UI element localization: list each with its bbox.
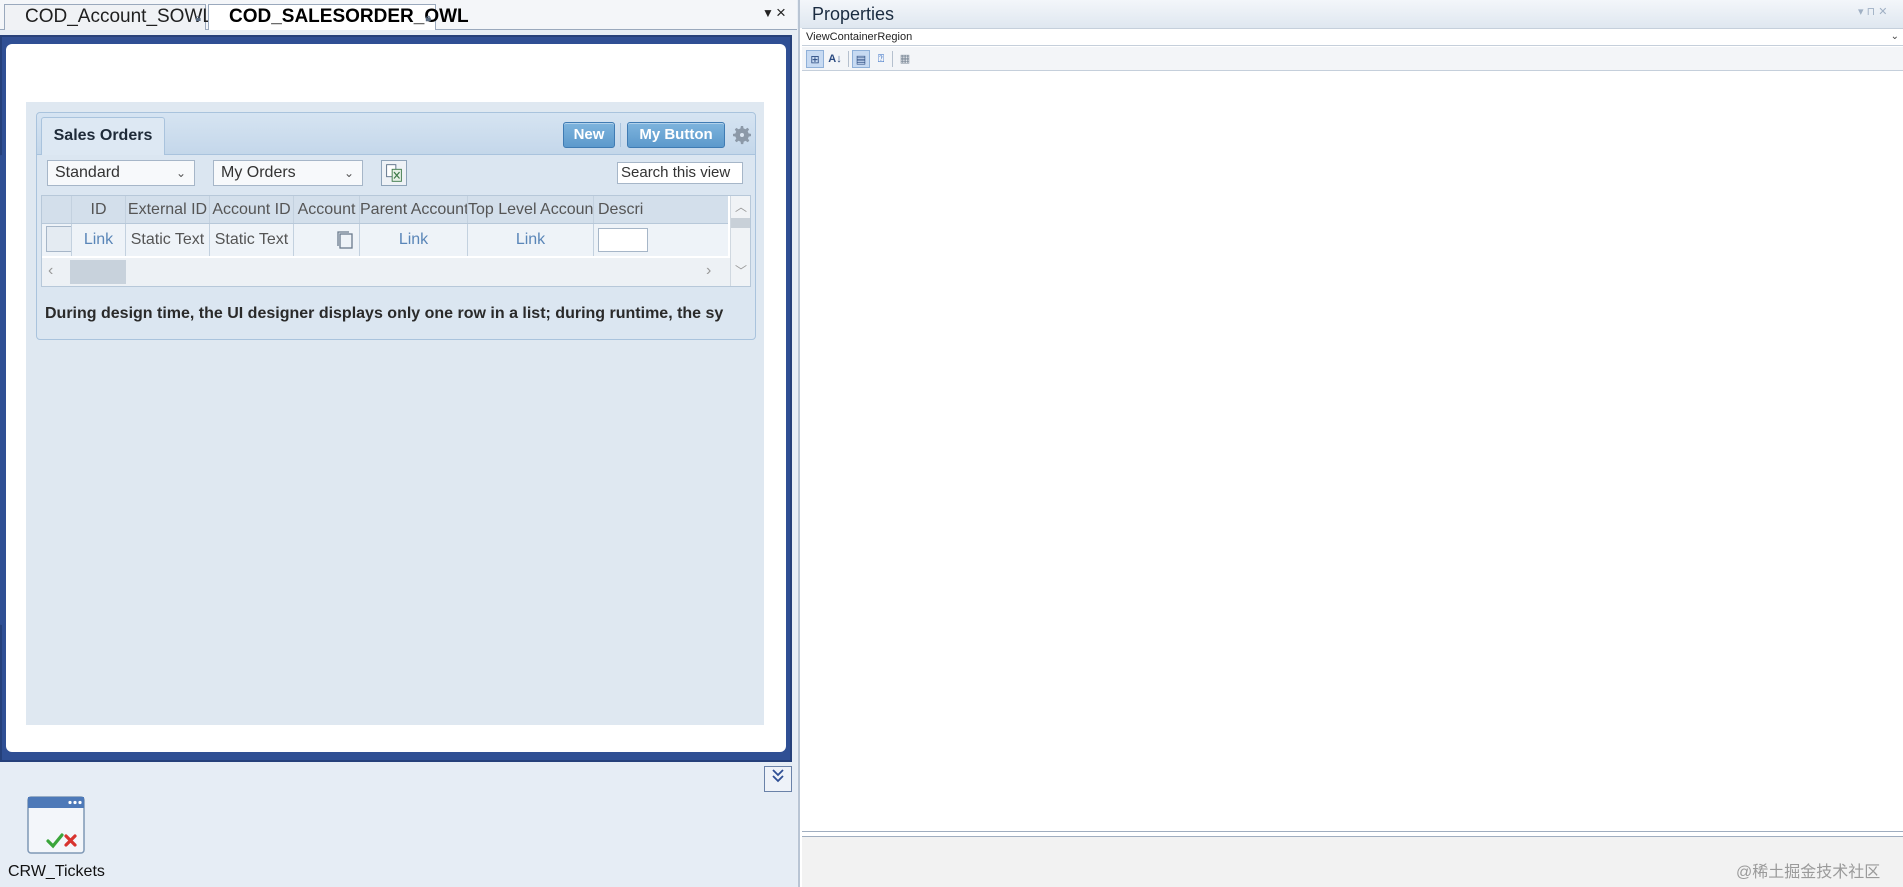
cell-external-id: Static Text bbox=[126, 224, 210, 256]
chevron-down-icon[interactable]: ﹀ bbox=[735, 262, 747, 279]
app-root: COD_Account_SOWL 🔒︎ COD_SALESORDER_OWL 🔒… bbox=[0, 0, 1903, 887]
cell-parent-account-link[interactable]: Link bbox=[360, 224, 468, 256]
tab-cod-account-sowl[interactable]: COD_Account_SOWL 🔒︎ bbox=[4, 4, 213, 30]
gear-icon[interactable] bbox=[730, 123, 754, 147]
double-chevron-down-icon[interactable] bbox=[764, 766, 792, 792]
row-selector[interactable] bbox=[46, 226, 71, 252]
categorized-view-icon[interactable]: ⊞ bbox=[806, 50, 824, 68]
header-divider bbox=[620, 123, 621, 147]
properties-toolbar: ⊞ A↓ ▤ ⍰ ▦ bbox=[802, 47, 1903, 71]
column-header-account[interactable]: Account bbox=[294, 196, 360, 223]
cell-account-id: Static Text bbox=[210, 224, 294, 256]
value-help-icon[interactable] bbox=[336, 230, 354, 250]
design-time-note: During design time, the UI designer disp… bbox=[45, 305, 724, 322]
lock-icon: 🔒︎ bbox=[195, 13, 201, 24]
properties-pane: Properties ▾ ⊓ ✕ ViewContainerRegion ⌄ ⊞… bbox=[798, 0, 1903, 887]
tab-cod-salesorder-owl[interactable]: COD_SALESORDER_OWL 🔒︎ bbox=[208, 4, 469, 30]
search-input[interactable]: Search this view bbox=[617, 162, 743, 184]
filter-dropdown[interactable]: My Orders ⌄ bbox=[213, 160, 363, 186]
property-pages-icon[interactable]: ▦ bbox=[896, 50, 914, 68]
horizontal-scrollbar[interactable]: ‹ › bbox=[42, 258, 730, 286]
horizontal-scroll-thumb[interactable] bbox=[70, 260, 126, 284]
sales-orders-list-pane[interactable]: Sales Orders New My Button Standard ⌄ My… bbox=[36, 112, 756, 340]
description-input[interactable] bbox=[598, 228, 648, 252]
chevron-down-icon: ⌄ bbox=[175, 166, 186, 180]
filter-dropdown-value: My Orders bbox=[221, 164, 296, 181]
export-excel-icon[interactable] bbox=[381, 160, 407, 186]
view-container-region[interactable]: Sales Orders New My Button Standard ⌄ My… bbox=[26, 102, 764, 725]
design-surface-frame: Sales Orders New My Button Standard ⌄ My… bbox=[0, 35, 792, 762]
pane-window-controls-icon[interactable]: ▾ ⊓ ✕ bbox=[1858, 5, 1887, 18]
table-header: ID External ID Account ID Account Parent… bbox=[42, 196, 728, 224]
properties-title-bar: Properties ▾ ⊓ ✕ bbox=[800, 0, 1903, 28]
tab-label: COD_SALESORDER_OWL bbox=[229, 6, 469, 27]
selected-object-name: ViewContainerRegion bbox=[806, 31, 913, 43]
properties-view-icon[interactable]: ▤ bbox=[852, 50, 870, 68]
vertical-scrollbar[interactable]: ︿ ﹀ bbox=[730, 196, 750, 286]
cell-top-level-account-link[interactable]: Link bbox=[468, 224, 594, 256]
cell-description[interactable] bbox=[594, 224, 728, 256]
lock-icon: 🔒︎ bbox=[425, 13, 431, 24]
document-tab-strip: COD_Account_SOWL 🔒︎ COD_SALESORDER_OWL 🔒… bbox=[0, 0, 797, 30]
new-button[interactable]: New bbox=[563, 122, 615, 148]
tile-label: CRW_Tickets bbox=[8, 863, 105, 880]
view-dropdown[interactable]: Standard ⌄ bbox=[47, 160, 195, 186]
list-toolbar: Standard ⌄ My Orders ⌄ Search this view bbox=[37, 155, 755, 193]
alphabetical-sort-icon[interactable]: A↓ bbox=[826, 50, 844, 68]
chevron-down-icon: ⌄ bbox=[343, 166, 354, 180]
object-selector-dropdown[interactable]: ViewContainerRegion ⌄ bbox=[802, 28, 1903, 46]
column-header-external-id[interactable]: External ID bbox=[126, 196, 210, 223]
close-icon[interactable]: × bbox=[776, 3, 786, 23]
crw-tickets-tile[interactable]: CRW_Tickets bbox=[8, 795, 108, 885]
toolbar-divider bbox=[892, 51, 893, 67]
column-header-account-id[interactable]: Account ID bbox=[210, 196, 294, 223]
collapse-icon bbox=[772, 769, 784, 783]
column-header-top-level-account[interactable]: Top Level Account bbox=[468, 196, 594, 223]
help-icon[interactable]: ⍰ bbox=[872, 50, 890, 68]
window-check-x-icon bbox=[27, 796, 85, 854]
cell-account[interactable] bbox=[294, 224, 360, 256]
properties-title: Properties bbox=[812, 4, 895, 24]
list-pane-header: Sales Orders New My Button bbox=[37, 113, 755, 155]
chevron-down-icon: ⌄ bbox=[1890, 31, 1899, 42]
tab-label: COD_Account_SOWL bbox=[25, 6, 213, 27]
column-header-description[interactable]: Descri bbox=[594, 196, 728, 223]
toolbar-divider bbox=[848, 51, 849, 67]
sales-orders-table: ID External ID Account ID Account Parent… bbox=[41, 195, 751, 287]
watermark-text: @稀土掘金技术社区 bbox=[1736, 864, 1881, 881]
chevron-right-icon[interactable]: › bbox=[706, 262, 711, 280]
design-surface: Sales Orders New My Button Standard ⌄ My… bbox=[6, 44, 786, 752]
row-selector-cell[interactable] bbox=[42, 224, 72, 256]
chevron-left-icon[interactable]: ‹ bbox=[48, 262, 53, 280]
selection-column-header[interactable] bbox=[42, 196, 72, 223]
property-grid[interactable] bbox=[802, 72, 1903, 832]
view-dropdown-value: Standard bbox=[55, 164, 120, 181]
tab-sales-orders[interactable]: Sales Orders bbox=[41, 117, 165, 155]
table-row[interactable]: Link Static Text Static Text Link Link bbox=[42, 224, 728, 256]
cell-id-link[interactable]: Link bbox=[72, 224, 126, 256]
column-header-parent-account[interactable]: Parent Account bbox=[360, 196, 468, 223]
designer-pane: COD_Account_SOWL 🔒︎ COD_SALESORDER_OWL 🔒… bbox=[0, 0, 797, 887]
tab-list-dropdown-icon[interactable]: ▼ bbox=[762, 6, 774, 20]
my-button[interactable]: My Button bbox=[627, 122, 725, 148]
vertical-scroll-thumb[interactable] bbox=[731, 218, 750, 228]
chevron-up-icon[interactable]: ︿ bbox=[735, 198, 747, 215]
column-header-id[interactable]: ID bbox=[72, 196, 126, 223]
